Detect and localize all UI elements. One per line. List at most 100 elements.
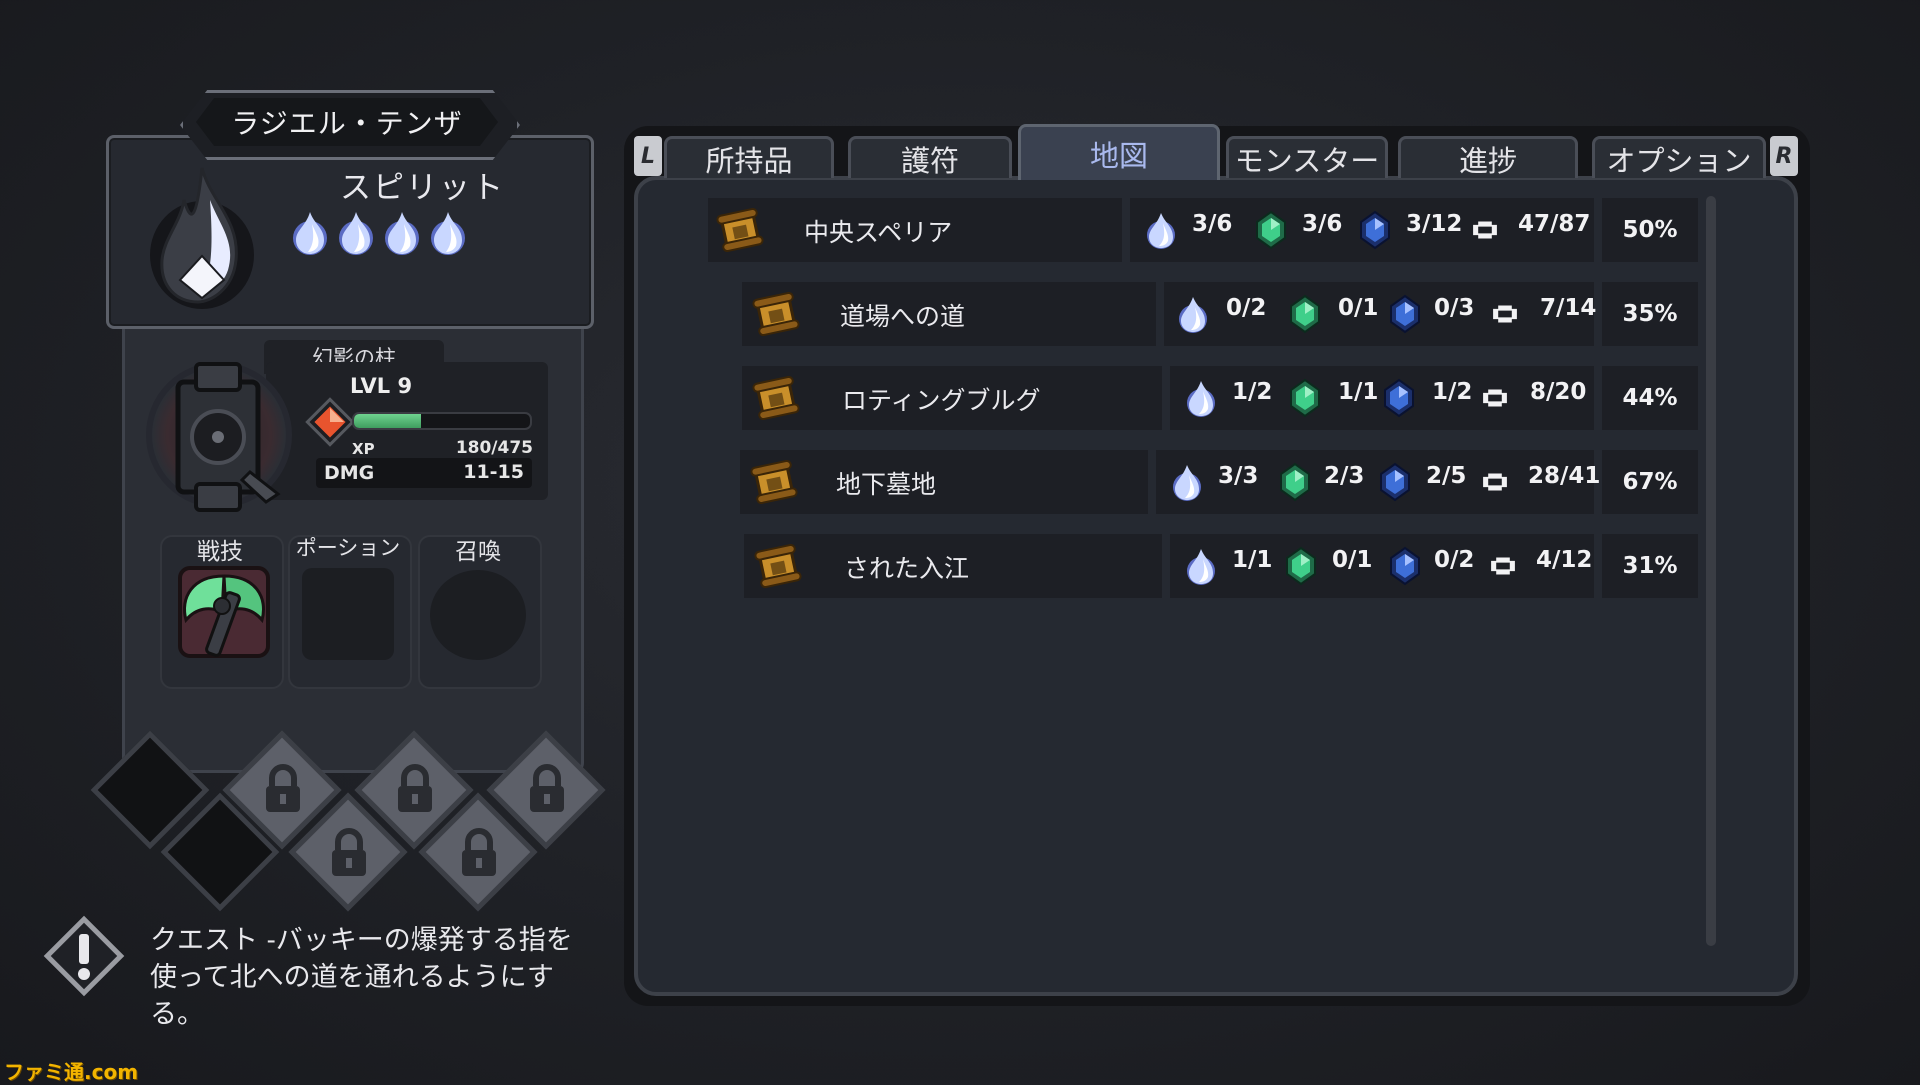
- green-gem-count: 0/1: [1338, 295, 1379, 321]
- blue-gem-count: 2/5: [1426, 463, 1467, 489]
- rooms-count: 47/87: [1518, 211, 1591, 237]
- area-name: された入江: [844, 554, 970, 583]
- slot-label-combat-skill: 戦技: [197, 539, 243, 565]
- green-gem-icon: [1256, 210, 1286, 250]
- spirit-flame-icon: [1187, 549, 1215, 585]
- rooms-count: 4/12: [1536, 547, 1593, 573]
- watermark-logo: ファミ通.com: [4, 1060, 139, 1084]
- area-scroll-icon: [752, 291, 800, 337]
- green-gem-count: 0/1: [1332, 547, 1373, 573]
- damage-value: 11-15: [463, 461, 524, 483]
- spirit-flame-icon: [1147, 213, 1175, 249]
- green-gem-icon: [1280, 462, 1310, 502]
- area-stats-cell: 1/1 0/1 0/2 4/12: [1170, 534, 1594, 598]
- right-shoulder-button[interactable]: R: [1770, 136, 1798, 176]
- area-name-cell: された入江: [744, 534, 1162, 598]
- tab-charms[interactable]: 護符: [848, 136, 1012, 178]
- tab-progress[interactable]: 進捗: [1398, 136, 1578, 178]
- spirit-count: 3/6: [1192, 211, 1233, 237]
- rooms-explored-icon: [1483, 389, 1507, 407]
- left-shoulder-button[interactable]: L: [634, 136, 662, 176]
- xp-bar-fill: [354, 414, 421, 428]
- completion-percent: 35%: [1602, 282, 1698, 346]
- area-stats-cell: 3/6 3/6 3/12 47/87: [1130, 198, 1594, 262]
- blue-gem-icon: [1390, 294, 1420, 334]
- blue-gem-icon: [1360, 210, 1390, 250]
- rooms-count: 7/14: [1540, 295, 1597, 321]
- spirit-count: 3/3: [1218, 463, 1259, 489]
- tab-map[interactable]: 地図: [1018, 124, 1220, 180]
- quest-alert-icon: [43, 915, 125, 997]
- spirit-flame-icon: [1179, 297, 1207, 333]
- spirit-count: 1/1: [1232, 547, 1273, 573]
- xp-label: XP: [352, 440, 375, 458]
- completion-percent: 50%: [1602, 198, 1698, 262]
- rooms-explored-icon: [1493, 305, 1517, 323]
- green-gem-icon: [1290, 294, 1320, 334]
- spirit-label: スピリット: [340, 170, 505, 206]
- spirit-flame-icon: [1173, 465, 1201, 501]
- area-scroll-icon: [750, 459, 798, 505]
- rooms-explored-icon: [1491, 557, 1515, 575]
- blue-gem-icon: [1390, 546, 1420, 586]
- completion-percent: 31%: [1602, 534, 1698, 598]
- green-gem-count: 3/6: [1302, 211, 1343, 237]
- xp-value: 180/475: [455, 438, 533, 458]
- xp-gem-icon: [305, 397, 355, 447]
- lock-icon: [266, 764, 300, 812]
- green-gem-count: 2/3: [1324, 463, 1365, 489]
- spirit-flame-icon: [339, 212, 373, 255]
- blue-gem-count: 1/2: [1432, 379, 1473, 405]
- area-name-cell: 地下墓地: [740, 450, 1148, 514]
- tab-options[interactable]: オプション: [1592, 136, 1766, 178]
- potion-slot-empty: [302, 568, 394, 660]
- area-name: 中央スペリア: [804, 218, 953, 247]
- area-scroll-icon: [752, 375, 800, 421]
- lock-icon: [332, 828, 366, 876]
- spirit-flame-icon: [293, 212, 327, 255]
- level-value: 9: [397, 374, 413, 398]
- tab-monsters[interactable]: モンスター: [1226, 136, 1388, 178]
- area-name: ロティングブルグ: [842, 386, 1041, 415]
- tab-inventory[interactable]: 所持品: [664, 136, 834, 178]
- character-name: ラジエル・テンザ: [196, 98, 498, 146]
- area-stats-cell: 1/2 1/1 1/2 8/20: [1170, 366, 1594, 430]
- rooms-explored-icon: [1473, 221, 1497, 239]
- combat-skill-axe-icon: [178, 566, 270, 658]
- spirit-flame-emblem-icon: [150, 167, 254, 309]
- spirit-flame-icon: [385, 212, 419, 255]
- slot-label-summon: 召喚: [455, 539, 501, 565]
- quest-text: クエスト -バッキーの爆発する指を使って北への道を通れるようにする。: [150, 925, 573, 1030]
- damage-label: DMG: [324, 462, 375, 484]
- area-name-cell: 中央スペリア: [708, 198, 1122, 262]
- spirit-flame-icon: [431, 212, 465, 255]
- area-scroll-icon: [754, 543, 802, 589]
- area-name-cell: 道場への道: [742, 282, 1156, 346]
- green-gem-count: 1/1: [1338, 379, 1379, 405]
- completion-percent: 67%: [1602, 450, 1698, 514]
- area-name: 地下墓地: [836, 470, 937, 499]
- spirit-count: 1/2: [1232, 379, 1273, 405]
- rooms-count: 8/20: [1530, 379, 1587, 405]
- lock-icon: [462, 828, 496, 876]
- damage-row: DMG 11-15: [316, 458, 532, 488]
- lock-icon: [530, 764, 564, 812]
- blue-gem-icon: [1384, 378, 1414, 418]
- completion-percent: 44%: [1602, 366, 1698, 430]
- spirit-pips: [290, 208, 468, 256]
- slot-label-potion: ポーション: [295, 536, 401, 560]
- area-name: 道場への道: [840, 302, 966, 331]
- blue-gem-icon: [1380, 462, 1410, 502]
- area-stats-cell: 3/3 2/3 2/5 28/41: [1156, 450, 1600, 514]
- blue-gem-count: 0/3: [1434, 295, 1475, 321]
- map-list-scrollbar[interactable]: [1706, 196, 1716, 946]
- spirit-count: 0/2: [1226, 295, 1267, 321]
- area-scroll-icon: [716, 207, 764, 253]
- green-gem-icon: [1286, 546, 1316, 586]
- green-gem-icon: [1290, 378, 1320, 418]
- lock-icon: [398, 764, 432, 812]
- rooms-explored-icon: [1483, 473, 1507, 491]
- area-stats-cell: 0/2 0/1 0/3 7/14: [1164, 282, 1597, 346]
- area-name-cell: ロティングブルグ: [742, 366, 1162, 430]
- blue-gem-count: 0/2: [1434, 547, 1475, 573]
